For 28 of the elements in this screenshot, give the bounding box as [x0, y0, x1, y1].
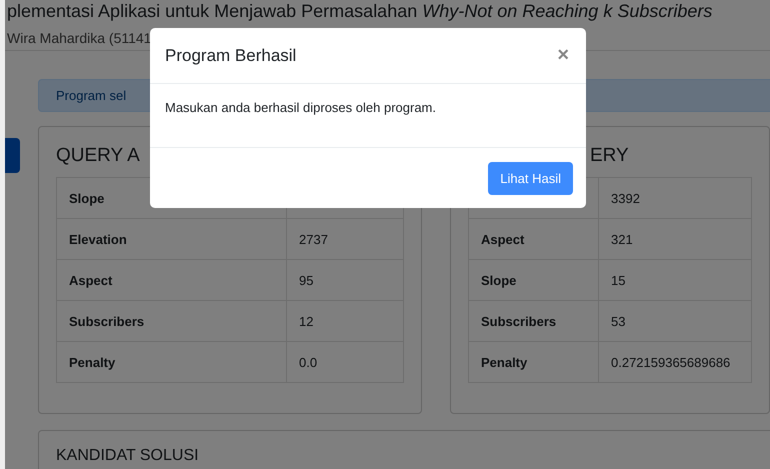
table-cell: Subscribers	[56, 300, 286, 342]
modal-message: Masukan anda berhasil diproses oleh program.	[165, 100, 436, 115]
table-cell: Slope	[468, 260, 598, 300]
table-cell: 95	[286, 260, 404, 300]
page-title: plementasi Aplikasi untuk Menjawab Permasalahan Why-Not on Reaching k Subscribers	[7, 0, 714, 22]
table-cell: Subscribers	[468, 300, 598, 342]
table-cell: 15	[598, 260, 752, 300]
table-cell: 321	[598, 218, 752, 260]
table-cell: Aspect	[56, 260, 286, 300]
table-cell: 53	[598, 300, 752, 342]
close-button[interactable]: ×	[555, 44, 571, 67]
card-title: QUERY A	[56, 145, 141, 167]
modal-title: Program Berhasil	[165, 46, 296, 66]
card-title: KANDIDAT SOLUSI	[56, 447, 200, 465]
table-cell: Penalty	[468, 342, 598, 382]
table-cell: Elevation	[56, 218, 286, 260]
card-title: ERY	[589, 145, 630, 167]
alert-text: Program sel	[56, 88, 126, 103]
table-cell: 12	[286, 300, 404, 342]
table-cell: Aspect	[468, 218, 598, 260]
table-cell: 2737	[286, 218, 404, 260]
view-results-button[interactable]: Lihat Hasil	[488, 162, 573, 194]
table-cell: 0.0	[286, 342, 404, 382]
side-button[interactable]	[5, 138, 20, 173]
author-text: Wira Mahardika (51141	[7, 30, 152, 46]
table-cell: 0.272159365689686	[598, 342, 752, 382]
table-cell: 3392	[598, 178, 752, 218]
table-cell: Penalty	[56, 342, 286, 382]
